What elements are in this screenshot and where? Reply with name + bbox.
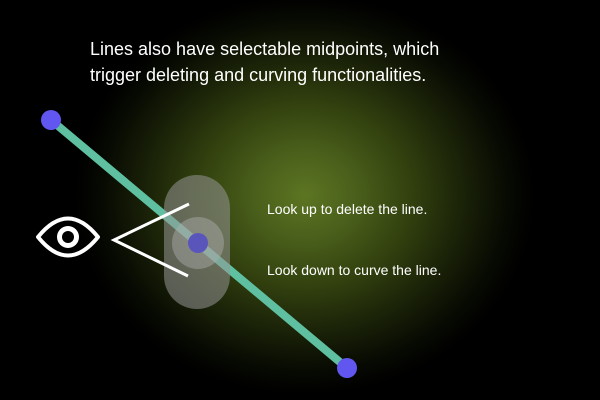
eye-icon: [36, 216, 100, 258]
tutorial-scene: Lines also have selectable midpoints, wh…: [0, 0, 600, 400]
line-midpoint[interactable]: [188, 233, 208, 253]
instruction-line-2: trigger deleting and curving functionali…: [90, 65, 427, 85]
hint-delete-line: Look up to delete the line.: [267, 201, 428, 217]
instruction-text: Lines also have selectable midpoints, wh…: [90, 36, 530, 88]
hint-curve-line: Look down to curve the line.: [267, 262, 442, 278]
line-endpoint-start[interactable]: [41, 110, 61, 130]
line-endpoint-end[interactable]: [337, 358, 357, 378]
instruction-line-1: Lines also have selectable midpoints, wh…: [90, 39, 440, 59]
